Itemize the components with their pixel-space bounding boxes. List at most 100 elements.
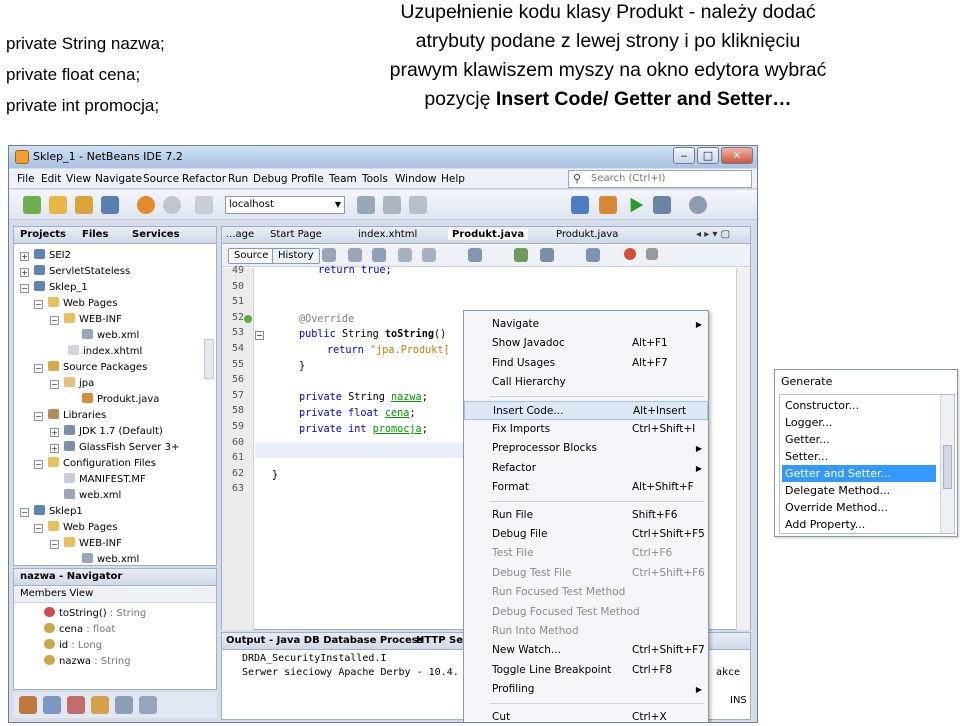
tree-item[interactable]: Produkt.java (82, 393, 159, 407)
context-menu-item[interactable]: Debug File Ctrl+Shift+F5 (464, 525, 708, 544)
history-button[interactable]: History (272, 248, 320, 264)
host-select[interactable]: localhost ▼ (225, 196, 345, 214)
tree-item[interactable]: web.xml (82, 329, 139, 343)
context-menu-item[interactable]: Fix Imports Ctrl+Shift+I (464, 420, 708, 439)
tree-item[interactable]: ServletStateless (34, 265, 130, 279)
profile-icon[interactable] (689, 196, 707, 214)
comment-icon[interactable] (586, 248, 600, 262)
menu-file[interactable]: File (17, 173, 35, 185)
menu-help[interactable]: Help (441, 173, 465, 185)
tree-item[interactable]: Sklep1 (34, 505, 83, 519)
tree-expander[interactable]: − (34, 300, 43, 309)
context-menu-item[interactable]: Debug Focused Test Method (464, 603, 708, 622)
context-menu-item[interactable]: Find Usages Alt+F7 (464, 354, 708, 373)
save-all-icon[interactable] (101, 196, 119, 214)
tree-expander[interactable]: − (34, 364, 43, 373)
tab-scroll-arrows[interactable]: ◂ ▸ ▾ ▢ (696, 229, 730, 240)
generate-item[interactable]: Delegate Method... (782, 482, 936, 499)
tree-item[interactable]: Sklep_1 (34, 281, 88, 295)
hammer-icon[interactable] (571, 196, 589, 214)
open-project-icon[interactable] (75, 196, 93, 214)
tree-expander[interactable]: − (50, 540, 59, 549)
sort-icon[interactable] (115, 696, 133, 714)
generate-item[interactable]: Add Property... (782, 516, 936, 533)
tree-item[interactable]: jpa (64, 377, 94, 391)
tree-item[interactable]: Web Pages (48, 521, 117, 535)
clean-build-icon[interactable] (383, 196, 401, 214)
search-input[interactable]: Search (Ctrl+I) (568, 170, 752, 188)
maximize-button[interactable]: □ (697, 147, 719, 164)
screen-icon[interactable] (195, 196, 213, 214)
generate-item[interactable]: Setter... (782, 448, 936, 465)
context-menu-item[interactable]: Call Hierarchy (464, 373, 708, 392)
deploy-icon[interactable] (409, 196, 427, 214)
tree-expander[interactable]: − (20, 284, 29, 293)
navigator-item[interactable]: toString() : String (44, 607, 146, 619)
close-button[interactable]: ✕ (721, 147, 753, 164)
menu-team[interactable]: Team (329, 173, 357, 185)
context-menu-item[interactable]: Run Into Method (464, 622, 708, 641)
clean-icon[interactable] (599, 196, 617, 214)
bookmark-icon[interactable] (514, 248, 528, 262)
tree-item[interactable]: Source Packages (48, 361, 147, 375)
tree-item[interactable]: Web Pages (48, 297, 117, 311)
override-marker-icon[interactable] (244, 315, 252, 323)
navigator-item[interactable]: cena : float (44, 623, 115, 635)
title-bar[interactable]: Sklep_1 - NetBeans IDE 7.2 ‒ □ ✕ (9, 146, 757, 168)
tab-projects[interactable]: Projects (20, 229, 66, 240)
menu-view[interactable]: View (66, 173, 91, 185)
source-button[interactable]: Source (228, 248, 275, 264)
fields-icon[interactable] (43, 696, 61, 714)
tree-expander[interactable]: + (50, 444, 59, 453)
context-menu-item[interactable]: Insert Code... Alt+Insert (464, 400, 708, 420)
inherited-icon[interactable] (91, 696, 109, 714)
static-icon[interactable] (67, 696, 85, 714)
menu-tools[interactable]: Tools (362, 173, 388, 185)
shift-left-icon[interactable] (540, 248, 554, 262)
tree-item[interactable]: Libraries (48, 409, 106, 423)
tab-produkt-java[interactable]: Produkt.java (556, 229, 618, 240)
tree-expander[interactable]: − (20, 508, 29, 517)
editor-scrollbar[interactable] (736, 268, 750, 630)
tree-expander[interactable]: − (34, 524, 43, 533)
generate-item[interactable]: Getter... (782, 431, 936, 448)
tree-item[interactable]: web.xml (64, 489, 121, 503)
prev-occurrence-icon[interactable] (398, 248, 412, 262)
build-icon[interactable] (357, 196, 375, 214)
generate-item[interactable]: Override Method... (782, 499, 936, 516)
tree-expander[interactable]: − (50, 316, 59, 325)
tab-services[interactable]: Services (132, 229, 180, 240)
undo-icon[interactable] (137, 196, 155, 214)
tree-item[interactable]: index.xhtml (68, 345, 142, 359)
tab-produkt-java-active[interactable]: Produkt.java (448, 229, 529, 240)
members-view-select[interactable]: Members View (14, 587, 216, 603)
tree-expander[interactable]: + (50, 428, 59, 437)
context-menu-item[interactable]: Refactor ▶ (464, 459, 708, 478)
toggle-highlight-icon[interactable] (468, 248, 482, 262)
tab-index-xhtml[interactable]: index.xhtml (358, 229, 417, 240)
context-menu-item[interactable]: Profiling ▶ (464, 680, 708, 699)
generate-item[interactable]: Constructor... (782, 397, 936, 414)
tab-page[interactable]: ...age (226, 229, 254, 240)
tree-item[interactable]: JDK 1.7 (Default) (64, 425, 163, 439)
context-menu-item[interactable]: Run Focused Test Method (464, 583, 708, 602)
menu-debug[interactable]: Debug (253, 173, 288, 185)
new-file-icon[interactable] (49, 196, 67, 214)
minimize-button[interactable]: ‒ (673, 147, 695, 164)
context-menu-item[interactable]: Show Javadoc Alt+F1 (464, 334, 708, 353)
record-macro-icon[interactable] (624, 248, 636, 260)
tree-expander[interactable]: − (34, 460, 43, 469)
run-icon[interactable] (630, 197, 644, 213)
tab-files[interactable]: Files (82, 229, 108, 240)
tree-item[interactable]: SEI2 (34, 249, 71, 263)
menu-navigate[interactable]: Navigate (95, 173, 142, 185)
tree-item[interactable]: web.xml (82, 553, 139, 567)
fold-icon[interactable]: − (255, 331, 264, 340)
context-menu-item[interactable]: New Watch... Ctrl+Shift+F7 (464, 641, 708, 660)
menu-refactor[interactable]: Refactor (182, 173, 226, 185)
tree-item[interactable]: GlassFish Server 3+ (64, 441, 179, 455)
context-menu-item[interactable]: Debug Test File Ctrl+Shift+F6 (464, 564, 708, 583)
menu-profile[interactable]: Profile (291, 173, 324, 185)
tree-item[interactable]: WEB-INF (64, 537, 122, 551)
navigator-item[interactable]: id : Long (44, 639, 102, 651)
